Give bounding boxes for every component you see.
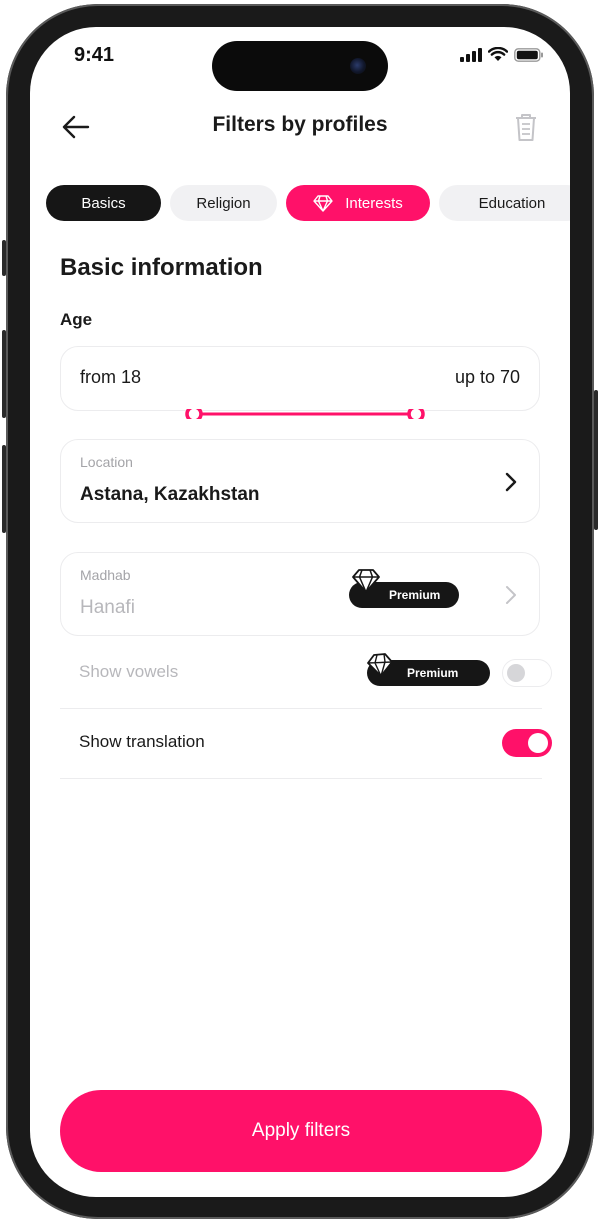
diamond-icon (313, 194, 333, 212)
page-title: Filters by profiles (212, 113, 388, 136)
show-translation-label: Show translation (79, 732, 205, 751)
show-vowels-premium-label: Premium (407, 666, 459, 680)
toggle-knob (528, 733, 548, 753)
show-translation-toggle[interactable] (502, 729, 552, 757)
age-label: Age (60, 310, 93, 329)
diamond-outline-icon (367, 653, 393, 677)
section-title: Basic information (60, 254, 263, 281)
wifi-icon (488, 47, 508, 61)
phone-power-button (594, 390, 598, 530)
status-icons (460, 47, 544, 62)
age-to-value: up to 70 (454, 367, 520, 387)
madhab-premium-badge: Premium (349, 569, 459, 608)
madhab-field[interactable]: Madhab Hanafi Premium (60, 552, 540, 636)
category-tabs: Basics Religion Interests Education (46, 185, 570, 221)
madhab-value: Hanafi (80, 597, 135, 618)
diamond-icon (352, 569, 380, 593)
age-from-value: from 18 (80, 367, 142, 387)
apply-filters-button[interactable]: Apply filters (60, 1090, 542, 1172)
battery-icon (514, 47, 543, 62)
tab-basics-label: Basics (81, 194, 126, 212)
location-label: Location (80, 454, 133, 470)
tab-education-label: Education (478, 194, 546, 212)
show-vowels-label: Show vowels (79, 662, 179, 681)
age-max-handle[interactable] (407, 409, 425, 419)
status-time: 9:41 (74, 44, 115, 66)
chevron-right-icon (505, 472, 517, 492)
tab-interests[interactable]: Interests (286, 185, 430, 221)
tab-education[interactable]: Education (439, 185, 570, 221)
dynamic-island (212, 41, 388, 91)
tab-basics[interactable]: Basics (46, 185, 161, 221)
location-value: Astana, Kazakhstan (80, 484, 260, 505)
age-range-card: from 18 up to 70 (60, 346, 540, 411)
madhab-premium-label: Premium (389, 588, 441, 602)
show-vowels-premium-badge: Premium (367, 653, 490, 686)
tab-interests-label: Interests (345, 194, 403, 212)
phone-volume-up-button (2, 330, 6, 418)
age-min-handle[interactable] (185, 409, 203, 419)
trash-icon[interactable] (512, 111, 540, 143)
divider (60, 778, 542, 779)
location-field[interactable]: Location Astana, Kazakhstan (60, 439, 540, 523)
show-vowels-row: Show vowels Premium (60, 653, 552, 694)
signal-icon (460, 47, 482, 62)
chevron-right-icon (506, 586, 516, 604)
tab-religion[interactable]: Religion (170, 185, 277, 221)
camera-icon (350, 58, 366, 74)
madhab-label: Madhab (80, 567, 131, 583)
tab-religion-label: Religion (196, 194, 251, 212)
divider (60, 708, 542, 709)
header: Filters by profiles (30, 105, 570, 149)
show-translation-row: Show translation (60, 724, 552, 764)
app-screen: 9:41 Filters by profiles Basics Religion… (30, 27, 570, 1197)
age-range-slider[interactable] (30, 409, 570, 419)
phone-side-button (2, 240, 6, 276)
phone-volume-down-button (2, 445, 6, 533)
show-vowels-toggle[interactable] (502, 659, 552, 687)
toggle-knob (507, 664, 525, 682)
